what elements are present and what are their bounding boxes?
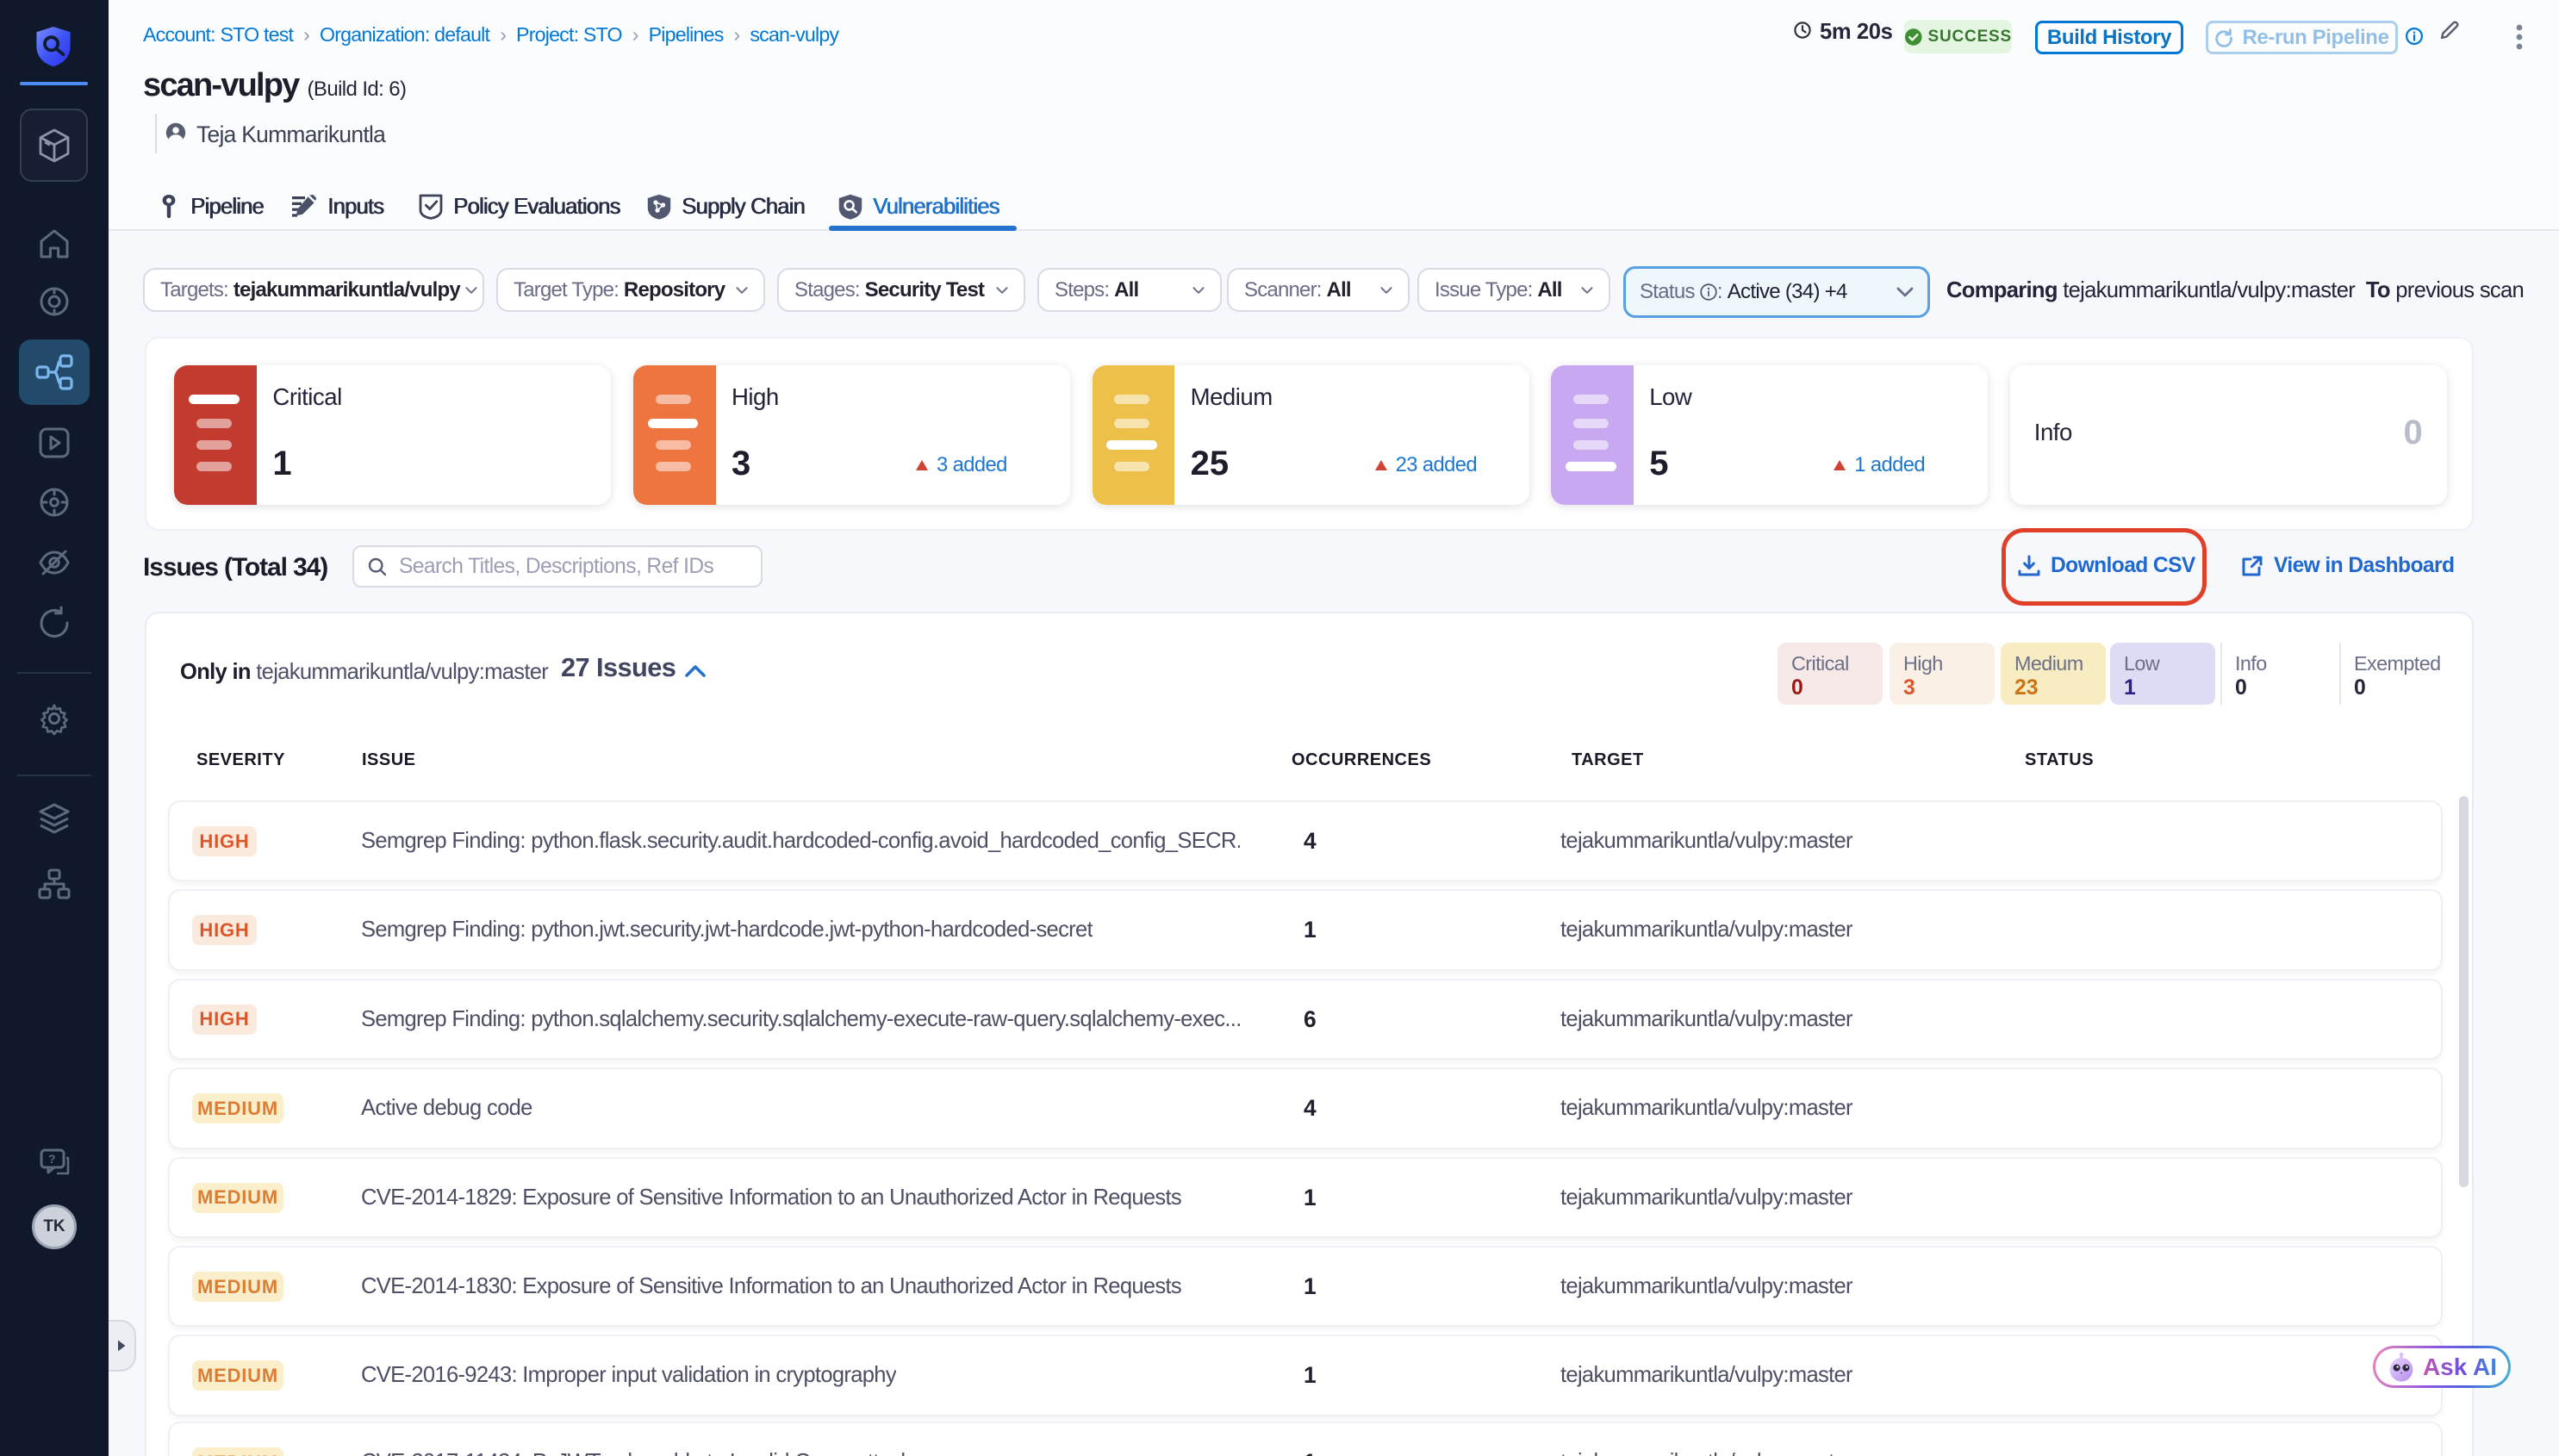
svg-text:?: ?: [48, 1152, 56, 1166]
